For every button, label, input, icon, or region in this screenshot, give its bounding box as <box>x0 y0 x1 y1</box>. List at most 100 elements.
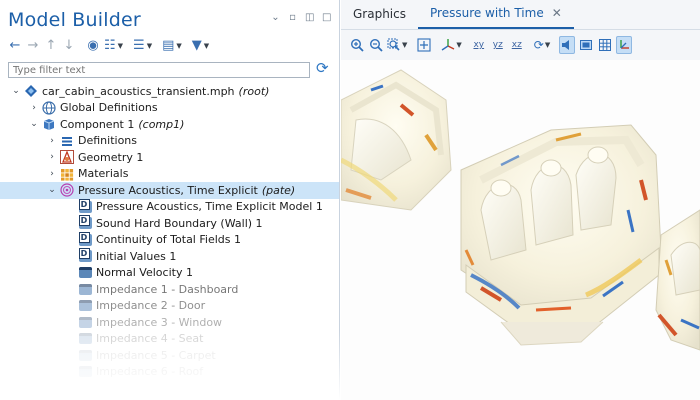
pressure-plot-render <box>341 69 700 351</box>
model-tree-node-text-icon[interactable]: ▤ ▼ <box>162 38 182 54</box>
boundary-node-icon <box>78 282 92 296</box>
grid-icon[interactable] <box>597 36 613 54</box>
tree-node-initial-values[interactable]: Initial Values 1 <box>0 248 339 265</box>
tree-node-label: Pressure Acoustics, Time Explicit Model … <box>96 200 323 214</box>
component-icon <box>42 117 56 131</box>
back-arrow-icon[interactable]: ← <box>8 38 22 54</box>
tree-node-label: Pressure Acoustics, Time Explicit <box>78 183 258 197</box>
zoom-extents-icon[interactable] <box>416 36 432 54</box>
tree-node-label: Initial Values 1 <box>96 249 177 263</box>
chevron-down-icon[interactable]: ⌄ <box>10 86 22 96</box>
panel-window-controls: ⌄ ▫ ◫ □ <box>271 12 331 23</box>
default-node-icon <box>78 248 92 263</box>
tab-label: Graphics <box>353 7 406 21</box>
model-tree: ⌄ car_cabin_acoustics_transient.mph (roo… <box>0 83 339 381</box>
chevron-down-icon[interactable]: ⌄ <box>28 119 40 129</box>
tab-label: Pressure with Time <box>430 6 544 20</box>
refresh-icon[interactable]: ⟳ <box>316 59 329 77</box>
tree-node-label: Sound Hard Boundary (Wall) 1 <box>96 216 263 230</box>
tree-node-impedance-seat[interactable]: Impedance 4 - Seat <box>0 331 339 348</box>
tree-node-label: Impedance 3 - Window <box>96 315 223 329</box>
tree-node-pate-model[interactable]: Pressure Acoustics, Time Explicit Model … <box>0 198 339 216</box>
tree-node-definitions[interactable]: › Definitions <box>0 133 339 150</box>
tree-node-impedance-door[interactable]: Impedance 2 - Door <box>0 298 339 315</box>
zoom-in-icon[interactable] <box>349 36 365 54</box>
xy-view-icon[interactable]: xy <box>471 36 487 54</box>
axis-triad-icon[interactable] <box>616 36 633 54</box>
tree-node-label: Impedance 5 - Carpet <box>96 348 216 362</box>
tree-node-normal-velocity[interactable]: Normal Velocity 1 <box>0 265 339 282</box>
expand-sections-icon[interactable]: ☷ ▼ <box>104 38 123 54</box>
boundary-node-icon <box>78 332 92 346</box>
geometry-icon <box>60 150 74 165</box>
tree-node-impedance-dashboard[interactable]: Impedance 1 - Dashboard <box>0 281 339 298</box>
zoom-out-icon[interactable] <box>368 36 384 54</box>
xz-view-icon[interactable]: xz <box>509 36 525 54</box>
minimize-icon[interactable]: ▫ <box>288 12 297 23</box>
tree-node-impedance-roof[interactable]: Impedance 6 - Roof <box>0 364 339 381</box>
tree-node-impedance-window[interactable]: Impedance 3 - Window <box>0 314 339 331</box>
tab-graphics[interactable]: Graphics <box>341 0 418 29</box>
tree-node-label: Geometry 1 <box>78 150 144 164</box>
default-node-icon <box>78 231 92 247</box>
tree-node-label: Definitions <box>78 134 137 148</box>
tree-node-tag: (root) <box>238 84 270 98</box>
tree-node-continuity[interactable]: Continuity of Total Fields 1 <box>0 231 339 249</box>
model-builder-toolbar: ← → ↑ ↓ ◉ ☷ ▼ ☰ ▼ ▤ ▼ ▼ ▼ <box>8 38 210 54</box>
graphics-canvas[interactable] <box>341 60 700 400</box>
tree-node-sound-hard-boundary[interactable]: Sound Hard Boundary (Wall) 1 <box>0 215 339 232</box>
tree-node-label: Global Definitions <box>60 101 158 115</box>
restore-icon[interactable]: ◫ <box>305 12 314 23</box>
tree-node-pressure-acoustics[interactable]: ⌄ Pressure Acoustics, Time Explicit (pat… <box>0 182 339 199</box>
chevron-down-icon[interactable]: ⌄ <box>46 185 58 195</box>
tree-node-label: Component 1 <box>60 117 135 131</box>
chevron-right-icon[interactable]: › <box>46 136 58 146</box>
tree-filter-input[interactable] <box>8 62 310 78</box>
tree-node-label: Impedance 1 - Dashboard <box>96 282 239 296</box>
tree-node-component[interactable]: ⌄ Component 1 (comp1) <box>0 116 339 133</box>
acoustics-icon <box>60 183 74 197</box>
panel-menu-chevron-icon[interactable]: ⌄ <box>271 12 280 23</box>
tree-node-label: Continuity of Total Fields 1 <box>96 233 241 247</box>
chevron-right-icon[interactable]: › <box>28 103 40 113</box>
boundary-node-icon <box>78 365 92 379</box>
wireframe-icon[interactable] <box>578 36 594 54</box>
materials-icon <box>60 167 74 181</box>
root-icon <box>24 84 38 98</box>
chevron-right-icon[interactable]: › <box>46 152 58 162</box>
forward-arrow-icon[interactable]: → <box>26 38 40 54</box>
tree-node-tag: (comp1) <box>138 117 185 131</box>
tree-node-impedance-carpet[interactable]: Impedance 5 - Carpet <box>0 347 339 364</box>
tab-pressure-with-time[interactable]: Pressure with Time ✕ <box>418 0 574 29</box>
definitions-icon <box>60 134 74 148</box>
zoom-box-icon[interactable]: ▼ <box>387 36 407 54</box>
tree-node-geometry[interactable]: › Geometry 1 <box>0 149 339 166</box>
globe-icon <box>42 101 56 115</box>
graphics-settings-icon[interactable]: ▼ ▼ <box>192 38 209 54</box>
panel-title: Model Builder <box>8 9 141 31</box>
collapse-sections-icon[interactable]: ☰ ▼ <box>133 38 152 54</box>
yz-view-icon[interactable]: yz <box>490 36 506 54</box>
tree-node-global-definitions[interactable]: › Global Definitions <box>0 100 339 117</box>
rotate-icon[interactable]: ⟳ ▼ <box>534 36 550 54</box>
boundary-node-icon <box>78 266 92 280</box>
tree-node-root[interactable]: ⌄ car_cabin_acoustics_transient.mph (roo… <box>0 83 339 100</box>
graphics-toolbar: ▼ ▼ xy yz xz ⟳ ▼ <box>349 36 633 54</box>
maximize-icon[interactable]: □ <box>322 12 331 23</box>
graphics-panel: Graphics Pressure with Time ✕ ▼ ▼ xy yz x… <box>341 0 700 400</box>
speaker-icon[interactable] <box>559 36 576 54</box>
graphics-tab-bar: Graphics Pressure with Time ✕ <box>341 0 700 30</box>
close-icon[interactable]: ✕ <box>552 6 562 20</box>
boundary-node-icon <box>78 348 92 362</box>
move-down-icon[interactable]: ↓ <box>62 38 76 54</box>
show-icon[interactable]: ◉ <box>86 38 100 54</box>
tree-node-materials[interactable]: › Materials <box>0 166 339 183</box>
tree-node-label: Impedance 4 - Seat <box>96 332 204 346</box>
axis-orientation-icon[interactable]: ▼ <box>441 36 462 54</box>
boundary-node-icon <box>78 299 92 313</box>
move-up-icon[interactable]: ↑ <box>44 38 58 54</box>
default-node-icon <box>78 198 92 214</box>
default-node-icon <box>78 215 92 230</box>
chevron-right-icon[interactable]: › <box>46 169 58 179</box>
tree-node-label: car_cabin_acoustics_transient.mph <box>42 84 235 98</box>
